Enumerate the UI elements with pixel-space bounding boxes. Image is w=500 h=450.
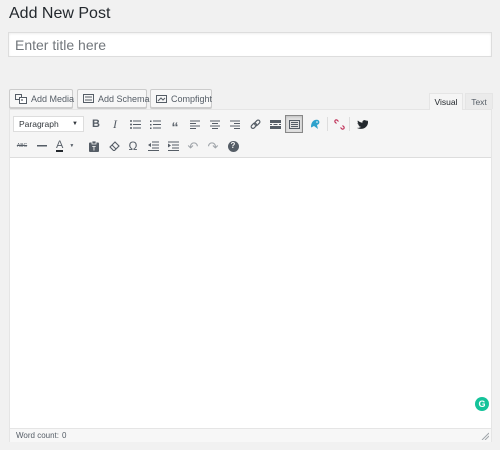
editor-content-area[interactable] (10, 158, 491, 416)
twitter-icon (356, 119, 368, 129)
editor-toolbar: Paragraph ▼ B I “ ABC A ▼ T Ω ↶ ↷ ? (10, 110, 491, 158)
align-center-icon (210, 120, 220, 129)
special-character-icon: Ω (128, 139, 138, 153)
undo-button[interactable]: ↶ (184, 137, 202, 155)
strikethrough-button[interactable]: ABC (13, 137, 31, 155)
tab-visual-label: Visual (434, 97, 458, 107)
grammarly-letter: G (478, 399, 486, 409)
increase-indent-icon (167, 141, 179, 151)
twitter-button[interactable] (353, 115, 371, 133)
resize-handle-icon[interactable] (481, 432, 489, 440)
unlink-icon (333, 118, 345, 130)
bold-icon: B (92, 117, 100, 130)
tab-text[interactable]: Text (465, 93, 493, 109)
align-center-button[interactable] (206, 115, 224, 133)
svg-text:T: T (92, 146, 96, 152)
undo-icon: ↶ (187, 138, 199, 154)
toolbar-toggle-button[interactable] (285, 115, 303, 133)
decrease-indent-button[interactable] (144, 137, 162, 155)
read-more-button[interactable] (266, 115, 284, 133)
chevron-down-icon: ▼ (72, 121, 78, 127)
insert-link-icon (250, 118, 260, 129)
compfight-label: Compfight (171, 93, 213, 104)
clear-formatting-button[interactable] (105, 137, 123, 155)
redo-button[interactable]: ↷ (204, 137, 222, 155)
italic-button[interactable]: I (106, 115, 124, 133)
media-icon (15, 93, 27, 104)
align-left-icon (190, 120, 200, 129)
strikethrough-icon: ABC (16, 142, 28, 149)
keyboard-shortcuts-button[interactable]: ? (224, 137, 242, 155)
italic-icon: I (113, 117, 117, 131)
bulleted-list-icon (129, 119, 141, 129)
insert-link-button[interactable] (246, 115, 264, 133)
compfight-icon (156, 95, 167, 103)
align-left-button[interactable] (186, 115, 204, 133)
decrease-indent-icon (147, 141, 159, 151)
horizontal-line-icon (37, 145, 47, 147)
page-title: Add New Post (9, 5, 111, 22)
add-media-button[interactable]: Add Media (9, 89, 75, 108)
toolbar-row-1: Paragraph ▼ B I “ (10, 113, 491, 135)
numbered-list-button[interactable] (146, 115, 164, 133)
numbered-list-icon (149, 120, 161, 129)
grammarly-bird-button[interactable] (306, 115, 324, 133)
tab-visual[interactable]: Visual (429, 93, 463, 110)
toolbar-row-2: ABC A ▼ T Ω ↶ ↷ ? (10, 135, 491, 157)
horizontal-line-button[interactable] (33, 137, 51, 155)
blockquote-icon: “ (171, 118, 179, 135)
blockquote-button[interactable]: “ (166, 115, 184, 135)
schema-icon (83, 94, 94, 103)
editor-status-bar: Word count: 0 (10, 428, 491, 442)
toolbar-divider (349, 117, 350, 131)
format-select-value: Paragraph (19, 119, 59, 129)
keyboard-shortcuts-icon: ? (227, 140, 239, 152)
grammarly-bird-icon (311, 119, 320, 129)
post-title-input[interactable] (8, 32, 492, 57)
editor: Paragraph ▼ B I “ ABC A ▼ T Ω ↶ ↷ ? G Wo… (9, 109, 492, 442)
grammarly-icon[interactable]: G (475, 397, 489, 411)
redo-icon: ↷ (207, 138, 219, 154)
compfight-button[interactable]: Compfight (150, 89, 212, 108)
add-schema-button[interactable]: Add Schema (77, 89, 150, 108)
align-right-icon (230, 120, 240, 129)
text-color-button[interactable]: A ▼ (53, 137, 79, 155)
bulleted-list-button[interactable] (126, 115, 144, 133)
special-character-button[interactable]: Ω (124, 137, 142, 155)
paste-as-text-icon: T (89, 140, 99, 152)
toolbar-toggle-icon (288, 119, 300, 129)
text-color-icon: A (56, 138, 64, 152)
read-more-icon (269, 119, 281, 129)
word-count-value: 0 (61, 431, 67, 440)
unlink-button[interactable] (330, 115, 348, 133)
toolbar-divider (327, 117, 328, 131)
format-select[interactable]: Paragraph ▼ (13, 116, 84, 132)
paste-as-text-button[interactable]: T (85, 137, 103, 155)
add-media-label: Add Media (31, 93, 75, 104)
clear-formatting-icon (108, 141, 120, 151)
bold-button[interactable]: B (87, 115, 105, 133)
chevron-down-icon: ▼ (69, 142, 75, 149)
align-right-button[interactable] (226, 115, 244, 133)
tab-text-label: Text (471, 96, 487, 107)
add-schema-label: Add Schema (98, 93, 150, 104)
word-count-label: Word count: (16, 431, 59, 440)
increase-indent-button[interactable] (164, 137, 182, 155)
